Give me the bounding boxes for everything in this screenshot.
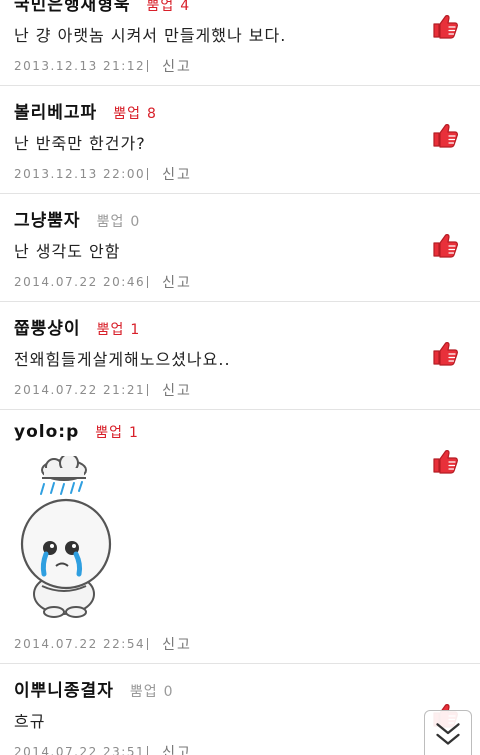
comment-nickname[interactable]: 국민은행재형욱	[14, 0, 130, 15]
like-label: 뿜업	[95, 425, 123, 441]
comment-item: yolo:p 뿜업 1 2014.07.22 22:54 신고	[0, 410, 480, 664]
meta-divider	[147, 384, 149, 396]
comment-header: 쭙뿡샹이 뿜업 1	[14, 314, 140, 339]
comment-meta: 2014.07.22 23:51 신고	[14, 742, 192, 755]
like-count: 뿜업 1	[97, 319, 141, 339]
comment-header: yolo:p 뿜업 1	[14, 422, 139, 442]
like-count: 뿜업 0	[130, 681, 174, 701]
comment-date: 2013.12.13 22:00	[14, 167, 146, 181]
comment-date: 2014.07.22 20:46	[14, 275, 146, 289]
comment-nickname[interactable]: 그냥뿜자	[14, 206, 81, 231]
comment-header: 이뿌니종결자 뿜업 0	[14, 676, 174, 701]
report-button[interactable]: 신고	[162, 56, 192, 76]
like-number: 1	[129, 425, 139, 441]
report-button[interactable]: 신고	[162, 380, 192, 400]
report-button[interactable]: 신고	[162, 272, 192, 292]
comment-header: 볼리베고파 뿜업 8	[14, 98, 157, 123]
comment-item: 국민은행재형욱 뿜업 4 난 걍 아랫놈 시켜서 만들게했나 보다. 2013.1…	[0, 0, 480, 86]
double-chevron-down-icon	[436, 723, 460, 745]
meta-divider	[147, 276, 149, 288]
meta-divider	[147, 60, 149, 72]
like-label: 뿜업	[113, 106, 141, 122]
comment-list[interactable]: 국민은행재형욱 뿜업 4 난 걍 아랫놈 시켜서 만들게했나 보다. 2013.1…	[0, 0, 480, 755]
like-count: 뿜업 0	[97, 211, 141, 231]
comment-item: 이뿌니종결자 뿜업 0 흐규 2014.07.22 23:51 신고	[0, 664, 480, 755]
comment-header: 그냥뿜자 뿜업 0	[14, 206, 140, 231]
like-count: 뿜업 4	[146, 0, 190, 15]
comment-date: 2013.12.13 21:12	[14, 59, 146, 73]
like-number: 1	[130, 322, 141, 338]
comment-nickname[interactable]: yolo:p	[14, 422, 79, 442]
thumbs-up-icon[interactable]	[430, 11, 460, 41]
like-number: 8	[146, 106, 157, 122]
comment-item: 쭙뿡샹이 뿜업 1 전왜힘들게살게해노으셨나요.. 2014.07.22 21:2…	[0, 302, 480, 410]
comment-text: 전왜힘들게살게해노으셨나요..	[14, 350, 231, 369]
comment-text: 난 반죽만 한건가?	[14, 134, 146, 153]
comment-date: 2014.07.22 22:54	[14, 637, 146, 651]
comment-meta: 2014.07.22 21:21 신고	[14, 380, 192, 400]
comment-item: 그냥뿜자 뿜업 0 난 생각도 안함 2014.07.22 20:46 신고	[0, 194, 480, 302]
comment-text: 난 생각도 안함	[14, 242, 121, 261]
scroll-down-button[interactable]	[424, 710, 472, 755]
like-label: 뿜업	[129, 684, 158, 700]
like-number: 0	[163, 684, 174, 700]
meta-divider	[147, 746, 149, 755]
thumbs-up-icon[interactable]	[430, 120, 460, 150]
comment-nickname[interactable]: 쭙뿡샹이	[14, 314, 81, 339]
thumbs-up-icon[interactable]	[430, 230, 460, 260]
comment-meta: 2013.12.13 22:00 신고	[14, 164, 192, 184]
comment-meta: 2014.07.22 22:54 신고	[14, 634, 192, 654]
comment-date: 2014.07.22 23:51	[14, 745, 146, 755]
comment-nickname[interactable]: 이뿌니종결자	[14, 676, 114, 701]
comment-text: 난 걍 아랫놈 시켜서 만들게했나 보다.	[14, 26, 287, 45]
thumbs-up-icon[interactable]	[430, 338, 460, 368]
like-number: 4	[180, 0, 191, 14]
comment-text: 흐규	[14, 712, 46, 731]
comment-item: 볼리베고파 뿜업 8 난 반죽만 한건가? 2013.12.13 22:00 신고	[0, 86, 480, 194]
comment-meta: 2013.12.13 21:12 신고	[14, 56, 192, 76]
thumbs-up-icon[interactable]	[430, 446, 460, 476]
report-button[interactable]: 신고	[162, 742, 192, 755]
comment-header: 국민은행재형욱 뿜업 4	[14, 0, 190, 15]
meta-divider	[147, 168, 149, 180]
meta-divider	[147, 638, 149, 650]
like-label: 뿜업	[96, 322, 125, 338]
like-count: 뿜업 1	[95, 422, 139, 442]
comment-meta: 2014.07.22 20:46 신고	[14, 272, 192, 292]
like-label: 뿜업	[96, 214, 125, 230]
like-label: 뿜업	[146, 0, 175, 14]
like-number: 0	[130, 214, 141, 230]
like-count: 뿜업 8	[113, 103, 157, 123]
crying-character-sticker	[20, 456, 112, 618]
comment-nickname[interactable]: 볼리베고파	[14, 98, 97, 123]
report-button[interactable]: 신고	[162, 634, 192, 654]
report-button[interactable]: 신고	[162, 164, 192, 184]
comment-date: 2014.07.22 21:21	[14, 383, 146, 397]
